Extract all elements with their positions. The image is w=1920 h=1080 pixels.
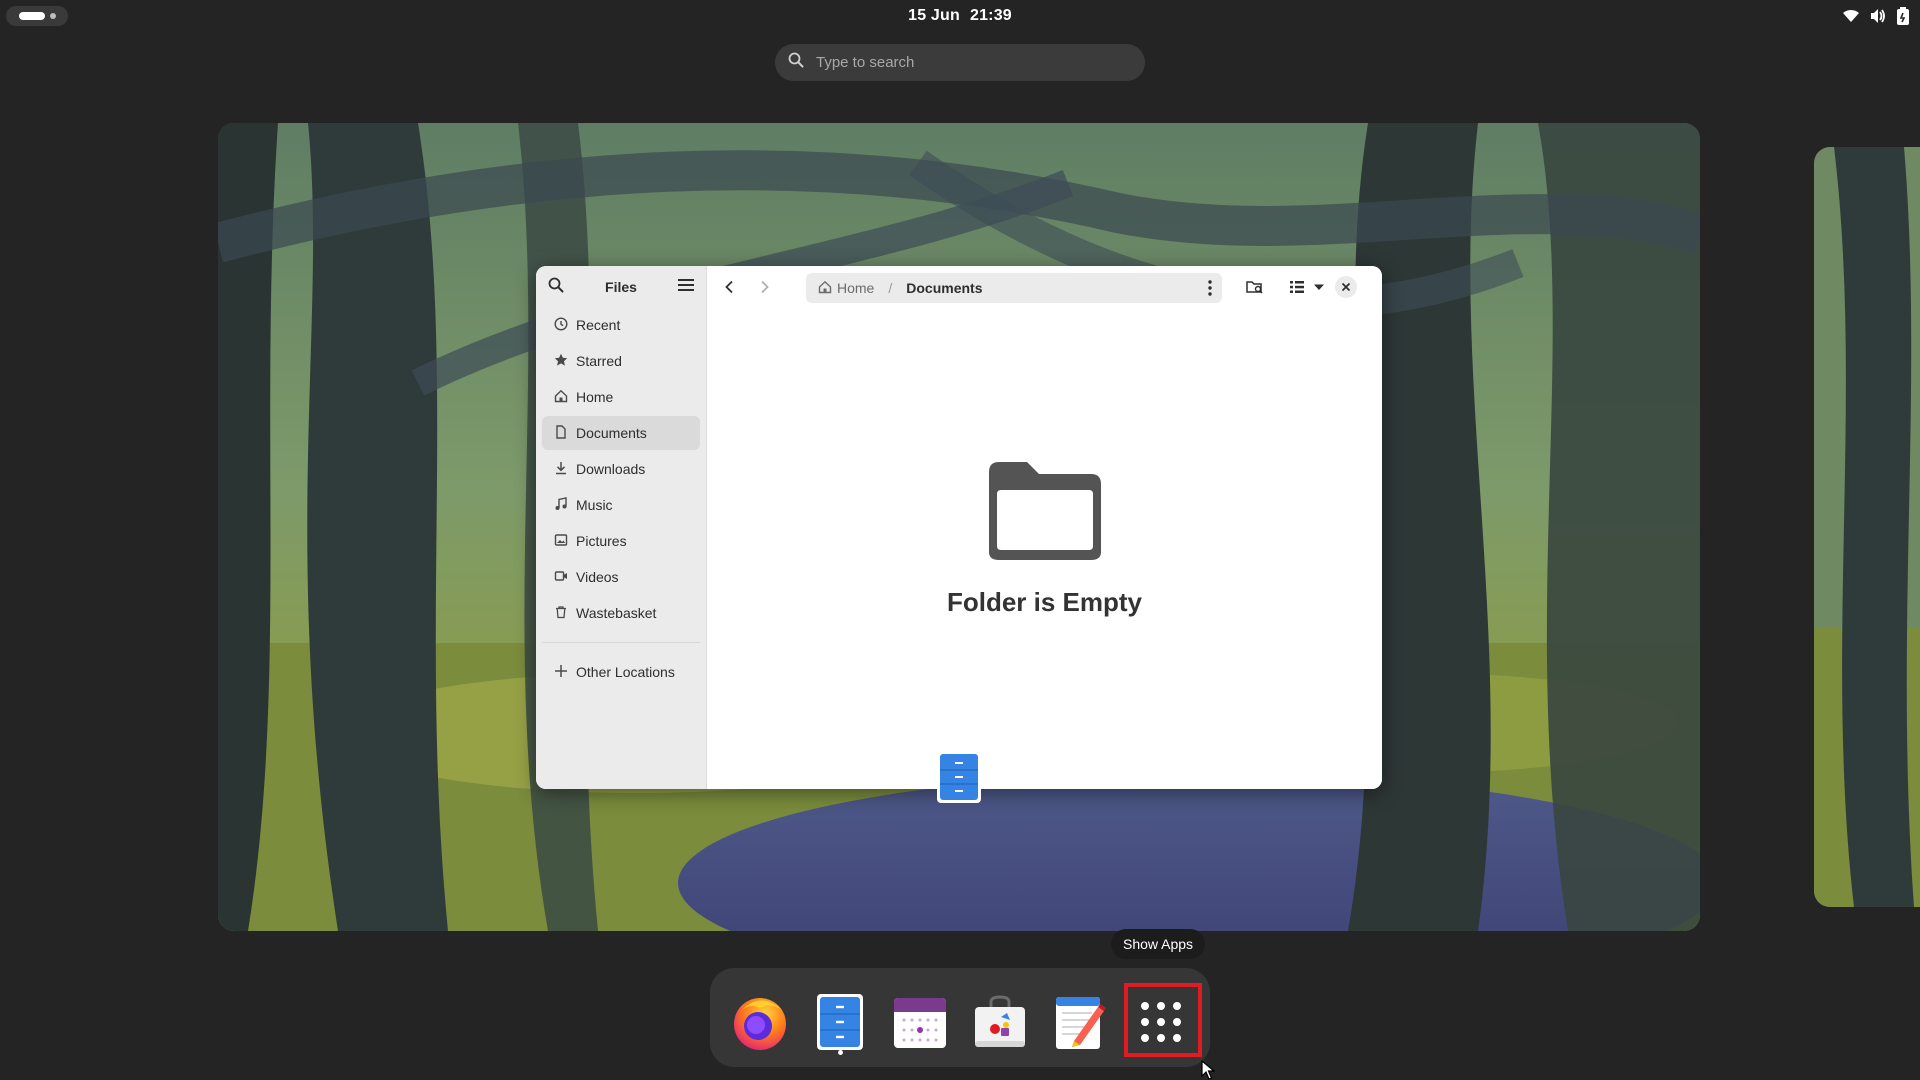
files-sidebar: Files Recent Starred Home Documents Down… [536, 266, 707, 789]
back-button[interactable] [719, 277, 739, 297]
show-apps-button[interactable] [1128, 989, 1194, 1055]
show-apps-icon [1141, 1002, 1181, 1042]
chevron-down-icon [1314, 284, 1324, 290]
home-icon [554, 389, 568, 406]
forward-button[interactable] [755, 277, 775, 297]
files-window[interactable]: Files Recent Starred Home Documents Down… [536, 266, 1382, 789]
empty-state-title: Folder is Empty [946, 587, 1143, 617]
files-icon [817, 994, 863, 1050]
dock [710, 968, 1210, 1067]
sidebar-item-label: Other Locations [576, 664, 675, 680]
clock-icon [554, 316, 568, 334]
picture-icon [554, 533, 568, 550]
activities-button[interactable] [6, 6, 68, 26]
volume-icon [1870, 8, 1886, 24]
system-tray[interactable] [1842, 6, 1910, 26]
sidebar-item-videos[interactable]: Videos [542, 560, 700, 594]
folder-icon [983, 462, 1107, 568]
dock-item-firefox[interactable] [727, 989, 793, 1055]
workspace-indicator-active [18, 12, 45, 20]
sidebar-item-label: Videos [576, 569, 619, 585]
running-indicator [838, 1050, 843, 1055]
clock-date: 15 Jun [908, 7, 960, 24]
wallpaper-forest-next [1814, 147, 1920, 907]
search-input[interactable] [816, 54, 1116, 71]
wifi-icon [1842, 8, 1860, 24]
sidebar-item-label: Home [576, 389, 614, 405]
calendar-icon [894, 998, 946, 1048]
document-icon [554, 424, 568, 442]
search-folder-button[interactable] [1245, 277, 1265, 297]
sidebar-item-home[interactable]: Home [542, 380, 700, 414]
mouse-cursor-icon [1201, 1059, 1216, 1080]
breadcrumb-home[interactable]: Home [818, 280, 874, 297]
star-icon [554, 353, 568, 370]
empty-state: Folder is Empty [707, 456, 1382, 618]
sidebar-item-other-locations[interactable]: Other Locations [542, 655, 700, 689]
breadcrumb-separator: / [888, 280, 893, 296]
list-view-icon [1290, 281, 1304, 293]
sidebar-item-label: Starred [576, 353, 622, 369]
sidebar-list: Recent Starred Home Documents Downloads … [536, 308, 706, 689]
sidebar-item-pictures[interactable]: Pictures [542, 524, 700, 558]
sidebar-item-recent[interactable]: Recent [542, 308, 700, 342]
chevron-left-icon [725, 280, 733, 294]
kebab-menu-icon[interactable] [1208, 280, 1212, 299]
search-icon [788, 52, 804, 73]
breadcrumb-current[interactable]: Documents [906, 280, 982, 296]
sidebar-item-label: Music [576, 497, 613, 513]
sidebar-item-wastebasket[interactable]: Wastebasket [542, 596, 700, 630]
video-icon [554, 569, 568, 586]
sidebar-item-label: Recent [576, 317, 621, 333]
sidebar-item-documents[interactable]: Documents [542, 416, 700, 450]
search-icon[interactable] [548, 277, 564, 298]
workspace-indicator [49, 13, 56, 19]
software-icon [975, 995, 1025, 1047]
search-bar[interactable] [775, 44, 1145, 81]
window-title: Files [605, 279, 637, 295]
sidebar-item-music[interactable]: Music [542, 488, 700, 522]
show-apps-tooltip: Show Apps [1111, 929, 1206, 959]
clock[interactable]: 15 Jun 21:39 [908, 7, 1012, 25]
sidebar-header: Files [536, 266, 706, 308]
view-options-button[interactable] [1309, 277, 1329, 297]
clock-time: 21:39 [969, 7, 1012, 24]
list-view-button[interactable] [1287, 277, 1307, 297]
dock-item-calendar[interactable] [887, 989, 953, 1055]
home-icon [818, 280, 832, 297]
plus-icon [554, 664, 568, 681]
top-bar: 15 Jun 21:39 [0, 0, 1920, 32]
music-icon [554, 496, 568, 514]
sidebar-item-starred[interactable]: Starred [542, 344, 700, 378]
folder-search-icon [1246, 281, 1263, 294]
text-editor-icon [1056, 997, 1106, 1049]
window-app-icon[interactable] [936, 750, 982, 804]
sidebar-divider [542, 642, 700, 643]
sidebar-item-label: Wastebasket [576, 605, 657, 621]
firefox-icon [734, 998, 786, 1050]
files-main-pane: Home / Documents Folder is Empty [707, 266, 1382, 789]
download-icon [554, 461, 568, 478]
trash-icon [554, 605, 568, 622]
sidebar-item-downloads[interactable]: Downloads [542, 452, 700, 486]
sidebar-item-label: Pictures [576, 533, 627, 549]
dock-item-text-editor[interactable] [1047, 989, 1113, 1055]
dock-item-software[interactable] [967, 989, 1033, 1055]
breadcrumb-home-label: Home [837, 280, 875, 296]
files-icon [937, 751, 981, 803]
hamburger-menu-icon[interactable] [678, 278, 694, 297]
sidebar-item-label: Downloads [576, 461, 646, 477]
close-button[interactable] [1335, 276, 1357, 298]
workspace-thumbnail-next[interactable] [1814, 147, 1920, 907]
dock-item-files[interactable] [807, 989, 873, 1055]
sidebar-item-label: Documents [576, 425, 647, 441]
battery-icon [1896, 7, 1910, 25]
chevron-right-icon [761, 280, 769, 294]
breadcrumb[interactable]: Home / Documents [806, 273, 1222, 303]
files-toolbar: Home / Documents [707, 266, 1382, 308]
close-icon [1341, 282, 1351, 292]
